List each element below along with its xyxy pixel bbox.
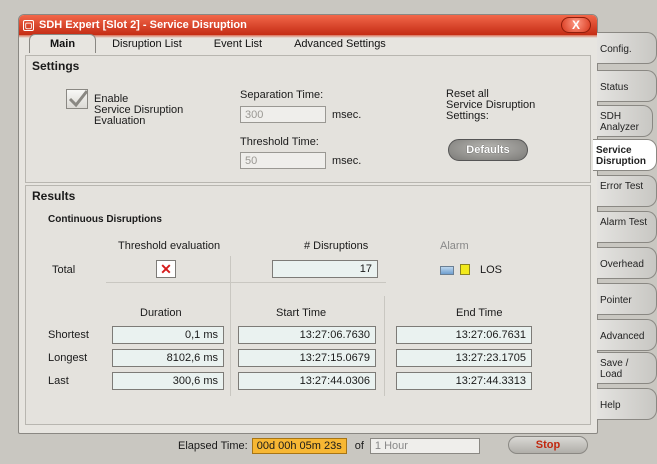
side-tab-service-disruption[interactable]: Service Disruption — [593, 139, 657, 171]
alarm-header: Alarm — [440, 240, 469, 252]
threshold-eval-header: Threshold evaluation — [118, 240, 221, 252]
defaults-button[interactable]: Defaults — [448, 139, 528, 161]
last-start: 13:27:44.0306 — [238, 372, 376, 390]
last-end: 13:27:44.3313 — [396, 372, 532, 390]
title-bar: ▢ SDH Expert [Slot 2] - Service Disrupti… — [19, 15, 597, 35]
divider — [230, 256, 231, 396]
separation-time-label: Separation Time: — [240, 89, 324, 101]
side-tab-alarm-test[interactable]: Alarm Test — [597, 211, 657, 243]
elapsed-label: Elapsed Time: — [178, 440, 248, 452]
side-tab-pointer[interactable]: Pointer — [597, 283, 657, 315]
column-end-time: End Time — [456, 307, 503, 319]
side-tab-overhead[interactable]: Overhead — [597, 247, 657, 279]
enable-checkbox[interactable] — [66, 89, 88, 109]
los-label: LOS — [480, 264, 503, 276]
shortest-duration: 0,1 ms — [112, 326, 224, 344]
app-icon: ▢ — [23, 19, 34, 31]
side-tab-status[interactable]: Status — [597, 70, 657, 102]
enable-label: Enable Service Disruption Evaluation — [94, 93, 184, 127]
tab-main[interactable]: Main — [29, 34, 97, 53]
reset-label: Reset all Service Disruption Settings: — [446, 88, 536, 122]
results-title: Results — [32, 189, 76, 203]
threshold-time-label: Threshold Time: — [240, 136, 319, 148]
separation-unit: msec. — [332, 109, 362, 121]
of-label: of — [354, 440, 364, 452]
total-disruptions-value: 17 — [272, 260, 378, 278]
continuous-disruptions-heading: Continuous Disruptions — [48, 214, 162, 225]
alarm-yellow-led — [460, 264, 470, 275]
settings-section: Settings Enable Service Disruption Evalu… — [25, 55, 591, 183]
main-window: ▢ SDH Expert [Slot 2] - Service Disrupti… — [18, 14, 598, 434]
divider — [384, 296, 385, 396]
status-bar: Elapsed Time: 00d 00h 05m 23s of 1 Hour … — [18, 436, 598, 456]
side-tab-save-load[interactable]: Save / Load — [597, 352, 657, 384]
total-label: Total — [52, 264, 76, 276]
window-title: SDH Expert [Slot 2] - Service Disruption — [39, 19, 247, 31]
side-tab-advanced[interactable]: Advanced — [597, 319, 657, 351]
tab-bar: Main Disruption List Event List Advanced… — [19, 34, 597, 53]
results-section: Results Continuous Disruptions Threshold… — [25, 185, 591, 425]
side-tab-error-test[interactable]: Error Test — [597, 175, 657, 207]
checkmark-icon — [68, 90, 88, 108]
longest-end: 13:27:23.1705 — [396, 349, 532, 367]
column-start-time: Start Time — [276, 307, 327, 319]
threshold-unit: msec. — [332, 155, 362, 167]
side-tab-sdh-analyzer[interactable]: SDH Analyzer — [597, 105, 653, 137]
side-tab-config[interactable]: Config. — [597, 32, 657, 64]
row-label-longest: Longest — [48, 352, 88, 364]
side-tab-help[interactable]: Help — [597, 388, 657, 420]
alarm-blue-led — [440, 266, 454, 275]
tab-event-list[interactable]: Event List — [198, 36, 278, 53]
divider — [106, 282, 386, 283]
disruptions-header: # Disruptions — [304, 240, 369, 252]
shortest-start: 13:27:06.7630 — [238, 326, 376, 344]
row-label-last: Last — [48, 375, 69, 387]
elapsed-time-value: 00d 00h 05m 23s — [251, 438, 347, 454]
row-label-shortest: Shortest — [48, 329, 89, 341]
close-button[interactable]: X — [561, 17, 591, 33]
threshold-time-input[interactable]: 50 — [240, 152, 326, 169]
tab-disruption-list[interactable]: Disruption List — [96, 36, 198, 53]
tab-advanced-settings[interactable]: Advanced Settings — [278, 36, 402, 53]
column-duration: Duration — [140, 307, 182, 319]
last-duration: 300,6 ms — [112, 372, 224, 390]
period-field[interactable]: 1 Hour — [369, 438, 480, 454]
separation-time-input[interactable]: 300 — [240, 106, 326, 123]
settings-title: Settings — [32, 59, 80, 73]
longest-start: 13:27:15.0679 — [238, 349, 376, 367]
stop-button[interactable]: Stop — [508, 436, 588, 454]
longest-duration: 8102,6 ms — [112, 349, 224, 367]
threshold-fail-icon: ✕ — [156, 260, 176, 278]
shortest-end: 13:27:06.7631 — [396, 326, 532, 344]
